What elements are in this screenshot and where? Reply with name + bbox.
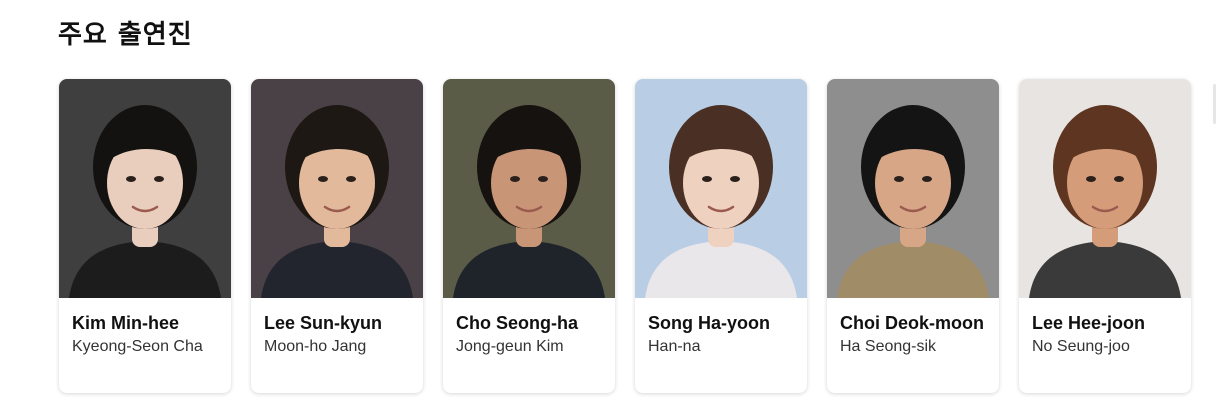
cast-list: Kim Min-hee Kyeong-Seon Cha Lee Sun-kyun… <box>59 79 1191 393</box>
actor-photo <box>443 79 615 298</box>
cast-card[interactable]: Song Ha-yoon Han-na <box>635 79 807 393</box>
role-name: Moon-ho Jang <box>264 338 367 355</box>
section-title: 주요 출연진 <box>58 20 193 50</box>
role-name: No Seung-joo <box>1032 338 1130 355</box>
cast-section: 주요 출연진 Kim Min-hee Kyeong-Seon Cha Lee S… <box>0 0 1225 405</box>
role-name: Ha Seong-sik <box>840 338 937 355</box>
cast-card[interactable]: Cho Seong-ha Jong-geun Kim <box>443 79 615 393</box>
actor-photo <box>1019 79 1191 298</box>
cast-card[interactable]: Lee Sun-kyun Moon-ho Jang <box>251 79 423 393</box>
actor-photo <box>59 79 231 298</box>
actor-name: Choi Deok-moon <box>840 313 984 333</box>
actor-name: Cho Seong-ha <box>456 313 578 333</box>
actor-name: Lee Hee-joon <box>1032 313 1146 333</box>
role-name: Jong-geun Kim <box>456 338 564 355</box>
cast-card[interactable]: Kim Min-hee Kyeong-Seon Cha <box>59 79 231 393</box>
role-name: Kyeong-Seon Cha <box>72 338 203 355</box>
actor-name: Kim Min-hee <box>72 313 180 333</box>
actor-photo <box>827 79 999 298</box>
carousel-next-peek[interactable] <box>1213 84 1216 124</box>
actor-name: Song Ha-yoon <box>648 313 770 333</box>
role-name: Han-na <box>648 338 701 355</box>
actor-photo <box>635 79 807 298</box>
actor-name: Lee Sun-kyun <box>264 313 383 333</box>
cast-card[interactable]: Choi Deok-moon Ha Seong-sik <box>827 79 999 393</box>
cast-card[interactable]: Lee Hee-joon No Seung-joo <box>1019 79 1191 393</box>
actor-photo <box>251 79 423 298</box>
